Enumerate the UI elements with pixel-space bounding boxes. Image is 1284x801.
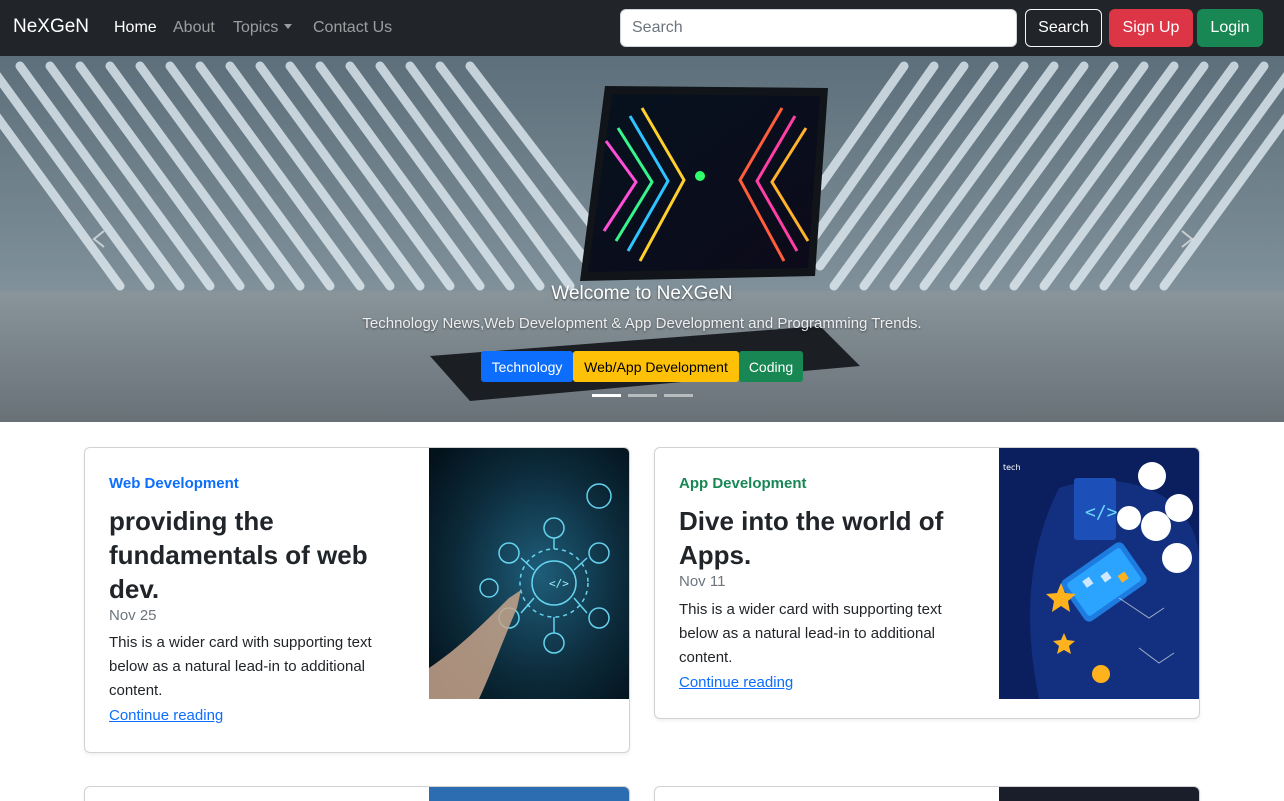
- card-date: Nov 11: [679, 573, 726, 590]
- article-card-partial: [84, 786, 630, 801]
- web-dev-thumbnail-image: </>: [429, 448, 629, 699]
- article-card-app-dev: App Development Dive into the world of A…: [654, 447, 1200, 719]
- badge-technology[interactable]: Technology: [481, 351, 573, 382]
- card-thumbnail-image: [429, 787, 629, 801]
- carousel-indicator[interactable]: [664, 394, 693, 397]
- login-button[interactable]: Login: [1197, 9, 1263, 47]
- carousel-prev-icon[interactable]: [88, 222, 104, 256]
- navbar: NeXGeN Home About Topics Contact Us Sear…: [0, 0, 1284, 56]
- nav-link-home[interactable]: Home: [114, 19, 157, 37]
- card-text: This is a wider card with supporting tex…: [679, 601, 942, 666]
- continue-reading-link[interactable]: Continue reading: [679, 674, 793, 691]
- svg-text:</>: </>: [1085, 502, 1118, 523]
- carousel-next-icon[interactable]: [1180, 222, 1196, 256]
- article-card-web-dev: Web Development providing the fundamenta…: [84, 447, 630, 753]
- card-date: Nov 25: [109, 607, 157, 624]
- search-input[interactable]: [620, 9, 1017, 47]
- continue-reading-link[interactable]: Continue reading: [109, 707, 223, 724]
- card-category: Web Development: [109, 475, 239, 492]
- brand-logo[interactable]: NeXGeN: [13, 16, 89, 38]
- svg-text:</>: </>: [549, 577, 569, 590]
- nav-link-about[interactable]: About: [173, 19, 215, 37]
- card-thumbnail-image: [999, 787, 1199, 801]
- svg-text:tech: tech: [1003, 463, 1021, 472]
- carousel-indicator[interactable]: [592, 394, 621, 397]
- hero-carousel: Welcome to NeXGeN Technology News,Web De…: [0, 56, 1284, 422]
- app-dev-thumbnail-image: </> tech: [999, 448, 1199, 699]
- card-text: This is a wider card with supporting tex…: [109, 634, 372, 699]
- nav-link-topics[interactable]: Topics: [233, 19, 293, 37]
- carousel-indicator[interactable]: [628, 394, 657, 397]
- carousel-subtitle: Technology News,Web Development & App De…: [362, 315, 922, 332]
- signup-button[interactable]: Sign Up: [1109, 9, 1193, 47]
- nav-link-contact[interactable]: Contact Us: [313, 19, 392, 37]
- badge-web-app-development[interactable]: Web/App Development: [573, 351, 739, 382]
- card-title: Dive into the world of Apps.: [679, 506, 944, 570]
- nav-link-topics-label: Topics: [233, 19, 279, 36]
- card-title: providing the fundamentals of web dev.: [109, 506, 368, 604]
- card-category: App Development: [679, 475, 807, 492]
- article-card-partial: [654, 786, 1200, 801]
- search-button[interactable]: Search: [1025, 9, 1102, 47]
- chevron-down-icon: [284, 24, 293, 30]
- badge-coding[interactable]: Coding: [739, 351, 803, 382]
- carousel-title: Welcome to NeXGeN: [551, 283, 733, 304]
